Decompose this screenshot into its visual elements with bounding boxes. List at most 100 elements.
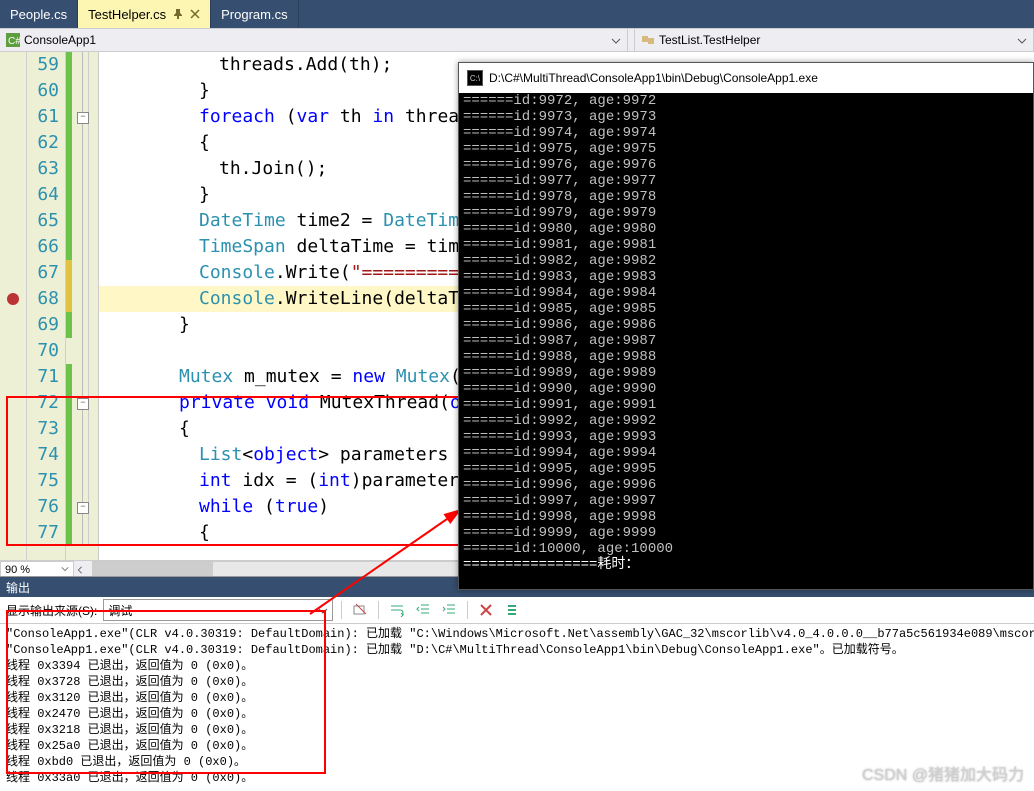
console-line: ======id:9974, age:9974 <box>463 125 1029 141</box>
line-number: 60 <box>27 78 65 104</box>
list-icon[interactable] <box>502 600 522 620</box>
line-number: 74 <box>27 442 65 468</box>
console-line: ======id:9995, age:9995 <box>463 461 1029 477</box>
toggle-wrap-icon[interactable] <box>387 600 407 620</box>
console-line: ======id:9991, age:9991 <box>463 397 1029 413</box>
console-window[interactable]: C:\ D:\C#\MultiThread\ConsoleApp1\bin\De… <box>458 62 1034 590</box>
line-number: 69 <box>27 312 65 338</box>
cmd-icon: C:\ <box>467 70 483 86</box>
console-line: ======id:9994, age:9994 <box>463 445 1029 461</box>
console-line: ======id:9996, age:9996 <box>463 477 1029 493</box>
line-number: 73 <box>27 416 65 442</box>
line-number: 67 <box>27 260 65 286</box>
line-number: 71 <box>27 364 65 390</box>
pin-icon[interactable] <box>172 9 183 20</box>
toolbar-separator <box>341 601 342 619</box>
line-number: 59 <box>27 52 65 78</box>
console-line: ======id:9978, age:9978 <box>463 189 1029 205</box>
output-line: 线程 0x2470 已退出，返回值为 0 (0x0)。 <box>6 706 1028 722</box>
console-line: ======id:9977, age:9977 <box>463 173 1029 189</box>
project-name: ConsoleApp1 <box>24 33 96 47</box>
output-source-value: 调试 <box>108 602 132 619</box>
console-line: ======id:9973, age:9973 <box>463 109 1029 125</box>
clear-all-icon[interactable] <box>476 600 496 620</box>
console-line: ================耗时： <box>463 557 1029 573</box>
console-line: ======id:9992, age:9992 <box>463 413 1029 429</box>
line-number: 62 <box>27 130 65 156</box>
class-icon <box>641 33 655 47</box>
console-line: ======id:9983, age:9983 <box>463 269 1029 285</box>
fold-toggle-icon[interactable]: − <box>77 502 89 514</box>
tab-label: Program.cs <box>221 7 287 22</box>
watermark: CSDN @猪猪加大码力 <box>862 761 1024 785</box>
line-number: 75 <box>27 468 65 494</box>
line-number: 68 <box>27 286 65 312</box>
console-line: ======id:9999, age:9999 <box>463 525 1029 541</box>
console-line: ======id:9987, age:9987 <box>463 333 1029 349</box>
line-number: 63 <box>27 156 65 182</box>
fold-gutter: − − − <box>72 52 99 560</box>
line-number: 61 <box>27 104 65 130</box>
breakpoint-icon[interactable] <box>7 293 19 305</box>
tab-label: People.cs <box>10 7 67 22</box>
output-line: "ConsoleApp1.exe"(CLR v4.0.30319: Defaul… <box>6 642 1028 658</box>
scroll-left-icon[interactable] <box>74 566 86 574</box>
console-line: ======id:9976, age:9976 <box>463 157 1029 173</box>
output-line: 线程 0x3218 已退出，返回值为 0 (0x0)。 <box>6 722 1028 738</box>
console-output[interactable]: ======id:9972, age:9972======id:9973, ag… <box>459 93 1033 589</box>
class-name: TestList.TestHelper <box>659 33 760 47</box>
console-line: ======id:9990, age:9990 <box>463 381 1029 397</box>
line-number-gutter: 59606162636465666768697071727374757677 <box>27 52 66 560</box>
line-number: 72 <box>27 390 65 416</box>
project-dropdown[interactable]: C# ConsoleApp1 <box>0 29 628 51</box>
output-line: 线程 0x3394 已退出，返回值为 0 (0x0)。 <box>6 658 1028 674</box>
console-line: ======id:9993, age:9993 <box>463 429 1029 445</box>
line-number: 64 <box>27 182 65 208</box>
tab-label: TestHelper.cs <box>88 7 166 22</box>
outdent-icon[interactable] <box>413 600 433 620</box>
output-source-label: 显示输出来源(S): <box>6 602 97 619</box>
console-line: ======id:9998, age:9998 <box>463 509 1029 525</box>
output-source-dropdown[interactable]: 调试 <box>103 599 333 621</box>
fold-toggle-icon[interactable]: − <box>77 112 89 124</box>
output-line: 线程 0x3728 已退出，返回值为 0 (0x0)。 <box>6 674 1028 690</box>
output-toolbar: 显示输出来源(S): 调试 <box>0 597 1034 624</box>
output-title: 输出 <box>6 579 30 596</box>
output-line: 线程 0x3120 已退出，返回值为 0 (0x0)。 <box>6 690 1028 706</box>
chevron-down-icon <box>1017 35 1027 45</box>
console-line: ======id:9981, age:9981 <box>463 237 1029 253</box>
output-line: 线程 0x25a0 已退出，返回值为 0 (0x0)。 <box>6 738 1028 754</box>
line-number: 70 <box>27 338 65 364</box>
toolbar-separator <box>378 601 379 619</box>
console-line: ======id:10000, age:10000 <box>463 541 1029 557</box>
console-line: ======id:9980, age:9980 <box>463 221 1029 237</box>
svg-text:C#: C# <box>8 36 20 47</box>
glyph-margin <box>0 52 27 560</box>
console-line: ======id:9989, age:9989 <box>463 365 1029 381</box>
console-titlebar[interactable]: C:\ D:\C#\MultiThread\ConsoleApp1\bin\De… <box>459 63 1033 93</box>
tab-bar: People.cs TestHelper.cs Program.cs <box>0 0 1034 28</box>
console-line: ======id:9988, age:9988 <box>463 349 1029 365</box>
fold-toggle-icon[interactable]: − <box>77 398 89 410</box>
toolbar-separator <box>467 601 468 619</box>
tab-program[interactable]: Program.cs <box>211 0 298 28</box>
clear-output-icon[interactable] <box>350 600 370 620</box>
line-number: 66 <box>27 234 65 260</box>
tab-people[interactable]: People.cs <box>0 0 78 28</box>
tab-testhelper[interactable]: TestHelper.cs <box>78 0 211 28</box>
console-title-text: D:\C#\MultiThread\ConsoleApp1\bin\Debug\… <box>489 71 818 85</box>
console-line: ======id:9986, age:9986 <box>463 317 1029 333</box>
chevron-down-icon <box>61 564 69 576</box>
console-line: ======id:9979, age:9979 <box>463 205 1029 221</box>
close-icon[interactable] <box>189 9 200 20</box>
navigation-bar: C# ConsoleApp1 TestList.TestHelper <box>0 28 1034 52</box>
output-line: "ConsoleApp1.exe"(CLR v4.0.30319: Defaul… <box>6 626 1028 642</box>
console-line: ======id:9985, age:9985 <box>463 301 1029 317</box>
console-line: ======id:9975, age:9975 <box>463 141 1029 157</box>
console-line: ======id:9984, age:9984 <box>463 285 1029 301</box>
class-dropdown[interactable]: TestList.TestHelper <box>635 29 1034 51</box>
chevron-down-icon <box>318 605 328 615</box>
line-number: 76 <box>27 494 65 520</box>
indent-icon[interactable] <box>439 600 459 620</box>
console-line: ======id:9972, age:9972 <box>463 93 1029 109</box>
